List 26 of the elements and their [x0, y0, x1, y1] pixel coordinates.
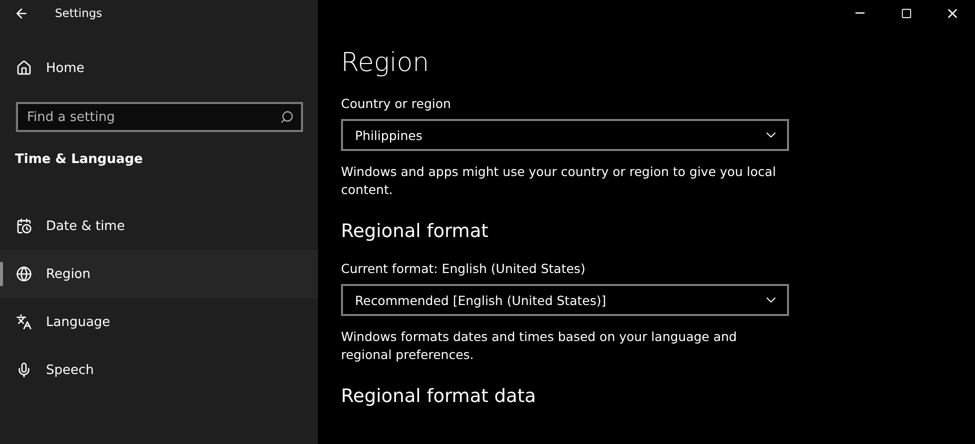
search-field[interactable]: Find a setting	[16, 102, 303, 132]
sidebar-item[interactable]: Speech	[0, 346, 318, 394]
home-icon	[16, 60, 32, 76]
description: Windows formats dates and times based on your language and regional preferences.	[341, 328, 738, 364]
dropdown[interactable]: Philippines	[341, 119, 789, 151]
field-label: Current format: English (United States)	[341, 261, 586, 276]
search-icon	[280, 110, 294, 124]
page-title: Region	[341, 48, 430, 78]
sidebar-item[interactable]: Region	[0, 250, 318, 298]
sidebar-item[interactable]: Language	[0, 298, 318, 346]
microphone-icon	[16, 362, 32, 378]
home-nav-item[interactable]: Home	[0, 44, 318, 92]
selection-indicator	[0, 262, 3, 286]
section-heading: Time & Language	[15, 152, 144, 167]
globe-icon	[16, 266, 32, 282]
dropdown[interactable]: Recommended [English (United States)]	[341, 284, 789, 316]
description: Windows and apps might use your country or region to give you local content.	[341, 163, 777, 199]
sidebar-item[interactable]: Date & time	[0, 202, 318, 250]
maximize-icon	[900, 8, 912, 18]
back-button[interactable]	[14, 6, 29, 20]
field-label: Country or region	[341, 96, 452, 111]
language-icon	[16, 314, 32, 330]
section-heading: Regional format	[341, 221, 490, 242]
window-title: Settings	[55, 6, 102, 20]
section-heading: Regional format data	[341, 386, 537, 407]
calendar-clock-icon	[16, 218, 32, 234]
